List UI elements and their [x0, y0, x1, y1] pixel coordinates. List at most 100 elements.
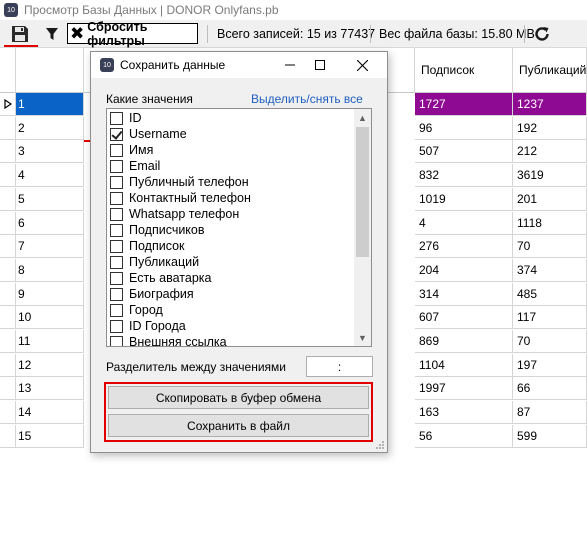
cell-subscriptions[interactable]: 1019	[415, 187, 513, 211]
cell-subscriptions[interactable]: 1727	[415, 93, 513, 116]
cell-id[interactable]: 13	[16, 377, 84, 401]
cell-publications[interactable]: 66	[513, 377, 587, 401]
cell-publications[interactable]: 374	[513, 258, 587, 282]
cell-subscriptions[interactable]: 314	[415, 282, 513, 306]
filter-button[interactable]	[42, 24, 62, 44]
cell-subscriptions[interactable]: 869	[415, 330, 513, 353]
checklist-item[interactable]: Публикаций	[110, 254, 199, 270]
cell-subscriptions[interactable]: 507	[415, 140, 513, 164]
checklist-item[interactable]: Email	[110, 158, 160, 174]
cell-publications[interactable]: 192	[513, 116, 587, 140]
checklist-item[interactable]: Контактный телефон	[110, 190, 251, 206]
cell-id[interactable]: 10	[16, 306, 84, 330]
row-header[interactable]	[0, 306, 16, 330]
cell-publications[interactable]: 1237	[513, 93, 587, 116]
select-all-toggle-link[interactable]: Выделить/снять все	[251, 92, 363, 106]
minimize-button[interactable]	[275, 52, 305, 78]
checkbox[interactable]	[110, 143, 123, 157]
cell-publications[interactable]: 3619	[513, 164, 587, 188]
checkbox[interactable]	[110, 319, 123, 333]
checklist-item[interactable]: ID	[110, 110, 142, 126]
save-to-file-button[interactable]: Сохранить в файл	[108, 414, 369, 437]
column-header-publications[interactable]: Публикаций	[513, 48, 587, 93]
checkbox[interactable]	[110, 175, 123, 189]
row-header[interactable]	[0, 377, 16, 401]
cell-id[interactable]: 2	[16, 116, 84, 140]
dialog-title-bar[interactable]: 10 Сохранить данные	[91, 52, 387, 78]
row-header[interactable]	[0, 235, 16, 259]
reset-filters-button[interactable]: ✖ Сбросить фильтры	[67, 20, 198, 48]
cell-subscriptions[interactable]: 1104	[415, 353, 513, 377]
column-header-id[interactable]	[16, 48, 84, 93]
cell-subscriptions[interactable]: 4	[415, 211, 513, 235]
cell-id[interactable]: 6	[16, 211, 84, 235]
cell-publications[interactable]: 201	[513, 187, 587, 211]
cell-publications[interactable]: 197	[513, 353, 587, 377]
cell-publications[interactable]: 485	[513, 282, 587, 306]
checklist-item[interactable]: Подписок	[110, 238, 185, 254]
cell-subscriptions[interactable]: 1997	[415, 377, 513, 401]
vertical-scrollbar[interactable]: ▲ ▼	[354, 109, 371, 346]
cell-publications[interactable]: 1118	[513, 211, 587, 235]
scroll-down-arrow-icon[interactable]: ▼	[354, 329, 371, 346]
row-header[interactable]	[0, 211, 16, 235]
row-header[interactable]	[0, 116, 16, 140]
checkbox[interactable]	[110, 223, 123, 237]
scrollbar-thumb[interactable]	[356, 127, 369, 257]
row-header[interactable]	[0, 164, 16, 188]
cell-id[interactable]: 14	[16, 401, 84, 425]
checkbox[interactable]	[110, 335, 123, 346]
checklist-item[interactable]: Есть аватарка	[110, 270, 211, 286]
checkbox[interactable]	[110, 191, 123, 205]
cell-id[interactable]: 4	[16, 164, 84, 188]
checklist-item[interactable]: Username	[110, 126, 187, 142]
checklist-item[interactable]: Биография	[110, 286, 194, 302]
cell-subscriptions[interactable]: 163	[415, 401, 513, 425]
checklist-item[interactable]: Город	[110, 302, 163, 318]
checklist-item[interactable]: Подписчиков	[110, 222, 205, 238]
checklist-item[interactable]: Whatsapp телефон	[110, 206, 239, 222]
checklist-item[interactable]: Имя	[110, 142, 153, 158]
row-header[interactable]	[0, 258, 16, 282]
cell-subscriptions[interactable]: 276	[415, 235, 513, 259]
row-header[interactable]	[0, 282, 16, 306]
save-data-button[interactable]	[6, 23, 34, 45]
row-header[interactable]	[0, 401, 16, 425]
checkbox[interactable]	[110, 287, 123, 301]
cell-id[interactable]: 15	[16, 424, 84, 448]
cell-id[interactable]: 1	[16, 93, 84, 116]
checkbox[interactable]	[110, 271, 123, 285]
cell-subscriptions[interactable]: 832	[415, 164, 513, 188]
checkbox[interactable]	[110, 303, 123, 317]
row-header[interactable]	[0, 424, 16, 448]
column-header-subscriptions[interactable]: Подписок	[415, 48, 513, 93]
cell-subscriptions[interactable]: 204	[415, 258, 513, 282]
row-header[interactable]	[0, 187, 16, 211]
cell-publications[interactable]: 117	[513, 306, 587, 330]
checklist-item[interactable]: ID Города	[110, 318, 186, 334]
cell-id[interactable]: 11	[16, 330, 84, 353]
row-header[interactable]	[0, 140, 16, 164]
checklist-item[interactable]: Внешняя ссылка	[110, 334, 227, 346]
cell-id[interactable]: 12	[16, 353, 84, 377]
cell-id[interactable]: 5	[16, 187, 84, 211]
checkbox[interactable]	[110, 239, 123, 253]
resize-grip-icon[interactable]	[375, 440, 385, 450]
maximize-button[interactable]	[305, 52, 335, 78]
cell-publications[interactable]: 87	[513, 401, 587, 425]
scroll-up-arrow-icon[interactable]: ▲	[354, 109, 371, 126]
row-header[interactable]	[0, 330, 16, 353]
checkbox[interactable]	[110, 127, 123, 141]
copy-to-clipboard-button[interactable]: Скопировать в буфер обмена	[108, 386, 369, 409]
checklist-item[interactable]: Публичный телефон	[110, 174, 249, 190]
row-header[interactable]	[0, 93, 16, 116]
cell-id[interactable]: 7	[16, 235, 84, 259]
cell-subscriptions[interactable]: 607	[415, 306, 513, 330]
checkbox[interactable]	[110, 255, 123, 269]
checkbox[interactable]	[110, 207, 123, 221]
cell-id[interactable]: 9	[16, 282, 84, 306]
cell-subscriptions[interactable]: 56	[415, 424, 513, 448]
refresh-button[interactable]	[531, 23, 553, 45]
cell-publications[interactable]: 70	[513, 235, 587, 259]
close-button[interactable]	[347, 52, 377, 78]
